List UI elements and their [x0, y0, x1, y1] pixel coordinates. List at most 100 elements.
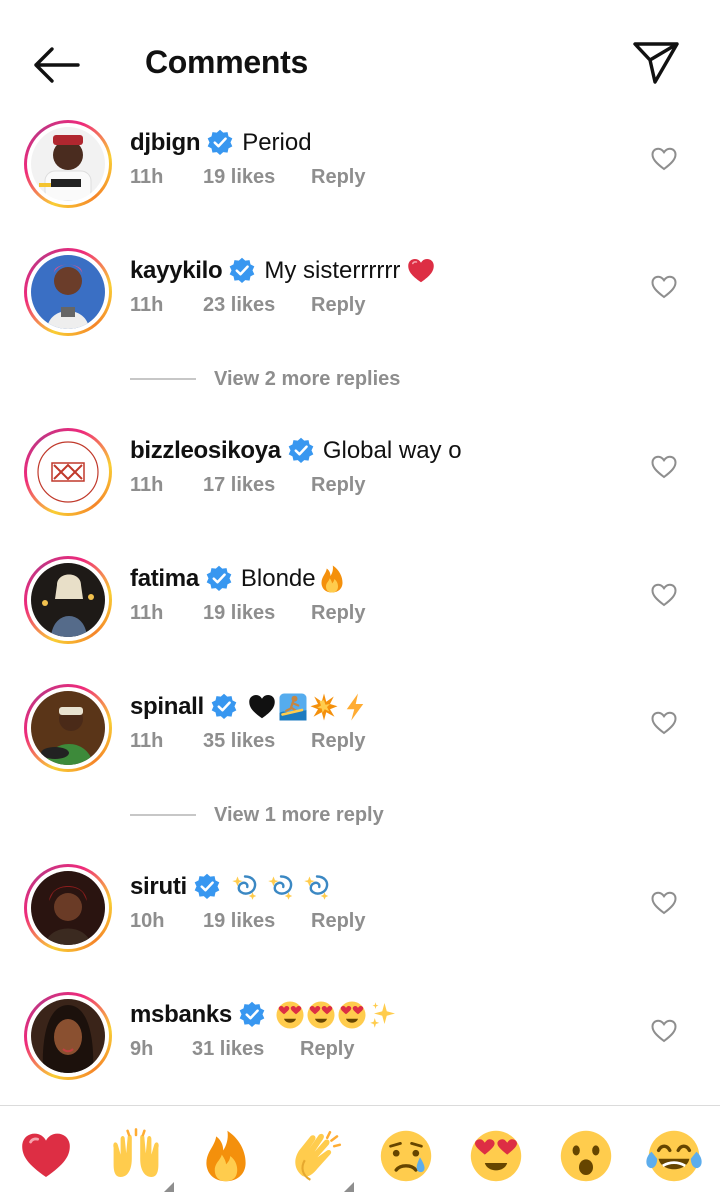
username[interactable]: spinall: [130, 693, 204, 721]
like-heart-icon[interactable]: [651, 583, 677, 607]
story-ring[interactable]: [24, 556, 112, 644]
like-heart-icon[interactable]: [651, 891, 677, 915]
sparkles-icon: [368, 1000, 398, 1030]
divider: [130, 378, 196, 380]
collision-icon: [309, 692, 339, 722]
raising-hands-icon[interactable]: [108, 1128, 174, 1192]
astonished-face-icon[interactable]: [558, 1128, 614, 1184]
comment-line: kayykilo My sisterrrrrr: [130, 254, 436, 288]
red-heart-icon: [406, 256, 436, 286]
comment-line: msbanks: [130, 998, 398, 1032]
story-ring[interactable]: [24, 864, 112, 952]
like-heart-icon[interactable]: [651, 1019, 677, 1043]
view-more-label: View 1 more reply: [214, 803, 384, 826]
comment-likes[interactable]: 35 likes: [203, 730, 275, 753]
avatar: [31, 871, 105, 945]
arrow-left-icon: [34, 47, 80, 83]
verified-badge-icon: [210, 693, 238, 721]
comment-text: Period: [242, 129, 312, 156]
comment-line: siruti: [130, 870, 332, 904]
comment-line: fatima Blonde: [130, 562, 347, 596]
story-ring[interactable]: [24, 428, 112, 516]
comment-item: fatima Blonde 11h 19 likes Reply: [0, 556, 720, 656]
back-button[interactable]: [30, 42, 82, 88]
comment-text: Blonde: [240, 565, 316, 592]
tears-of-joy-icon[interactable]: [646, 1128, 702, 1184]
comment-time: 10h: [130, 910, 165, 932]
comment-time: 11h: [130, 730, 164, 752]
username[interactable]: djbign: [130, 129, 200, 157]
divider: [130, 814, 196, 816]
heart-eyes-icon: [306, 1000, 336, 1030]
verified-badge-icon: [287, 437, 315, 465]
share-button[interactable]: [630, 38, 682, 86]
comment-likes[interactable]: 19 likes: [203, 602, 275, 625]
comment-item: siruti 10h 19 likes Reply: [0, 864, 720, 964]
comment-item: kayykilo My sisterrrrrr 11h 23 likes Rep…: [0, 248, 720, 348]
heart-eyes-icon: [337, 1000, 367, 1030]
comment-likes[interactable]: 17 likes: [203, 474, 275, 497]
reply-button[interactable]: Reply: [311, 910, 365, 933]
comment-likes[interactable]: 23 likes: [203, 294, 275, 317]
dizzy-icon: [266, 872, 296, 902]
username[interactable]: bizzleosikoya: [130, 437, 281, 465]
story-ring[interactable]: [24, 992, 112, 1080]
story-ring[interactable]: [24, 684, 112, 772]
username[interactable]: siruti: [130, 873, 187, 901]
dizzy-icon: [230, 872, 260, 902]
comment-line: bizzleosikoya Global way o: [130, 434, 462, 468]
reply-button[interactable]: Reply: [311, 474, 365, 497]
reply-button[interactable]: Reply: [311, 294, 365, 317]
comment-likes[interactable]: 19 likes: [203, 166, 275, 189]
comment-likes[interactable]: 31 likes: [192, 1038, 264, 1061]
paper-plane-icon: [633, 42, 679, 84]
comment-item: spinall 11h 35 likes Reply: [0, 684, 720, 784]
story-ring[interactable]: [24, 248, 112, 336]
username[interactable]: fatima: [130, 565, 199, 593]
view-more-replies[interactable]: View 1 more reply: [130, 800, 384, 830]
username[interactable]: kayykilo: [130, 257, 223, 285]
username[interactable]: msbanks: [130, 1001, 232, 1029]
skin-tone-indicator: [164, 1182, 174, 1192]
comment-text: My sisterrrrrr: [264, 257, 401, 284]
verified-badge-icon: [193, 873, 221, 901]
comment-likes[interactable]: 19 likes: [203, 910, 275, 933]
reply-button[interactable]: Reply: [311, 730, 365, 753]
like-heart-icon[interactable]: [651, 147, 677, 171]
like-heart-icon[interactable]: [651, 455, 677, 479]
verified-badge-icon: [238, 1001, 266, 1029]
page-title: Comments: [145, 44, 308, 80]
like-heart-icon[interactable]: [651, 275, 677, 299]
reply-button[interactable]: Reply: [311, 602, 365, 625]
header-bar: Comments: [0, 0, 720, 120]
heart-eyes-icon: [275, 1000, 305, 1030]
red-heart-icon[interactable]: [18, 1128, 74, 1184]
avatar: [31, 563, 105, 637]
comment-time: 11h: [130, 166, 164, 188]
clapping-hands-icon[interactable]: [288, 1128, 354, 1192]
comment-line: djbign Period: [130, 126, 312, 160]
reply-button[interactable]: Reply: [300, 1038, 354, 1061]
view-more-replies[interactable]: View 2 more replies: [130, 364, 400, 394]
avatar: [31, 255, 105, 329]
crying-face-icon[interactable]: [378, 1128, 434, 1184]
quick-emoji-bar: [0, 1105, 720, 1202]
comment-item: msbanks 9h 31 likes Reply: [0, 992, 720, 1092]
like-heart-icon[interactable]: [651, 711, 677, 735]
reply-button[interactable]: Reply: [311, 166, 365, 189]
avatar: [31, 999, 105, 1073]
skin-tone-indicator: [344, 1182, 354, 1192]
avatar: [31, 435, 105, 509]
comment-time: 11h: [130, 474, 164, 496]
fire-icon[interactable]: [198, 1128, 254, 1184]
comment-time: 11h: [130, 294, 164, 316]
black-heart-icon: [247, 692, 277, 722]
comment-time: 11h: [130, 602, 164, 624]
comment-item: djbign Period 11h 19 likes Reply: [0, 120, 720, 220]
comment-line: spinall: [130, 690, 370, 724]
comment-text: Global way o: [322, 437, 462, 464]
story-ring[interactable]: [24, 120, 112, 208]
comment-time: 9h: [130, 1038, 154, 1060]
verified-badge-icon: [206, 129, 234, 157]
heart-eyes-icon[interactable]: [468, 1128, 524, 1184]
